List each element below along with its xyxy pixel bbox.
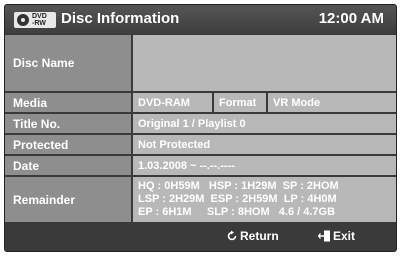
protected-value: Not Protected [133, 135, 396, 154]
row-date: Date 1.03.2008 ~ --.--.---- [5, 156, 396, 175]
return-icon [227, 230, 237, 241]
title-no-value: Original 1 / Playlist 0 [133, 114, 396, 133]
footer-bar: Return Exit [5, 222, 396, 251]
dvd-rw-icon: DVD -RW [14, 12, 56, 28]
remainder-label: Remainder [5, 177, 131, 222]
row-media: Media DVD-RAM Format VR Mode [5, 93, 396, 112]
protected-label: Protected [5, 135, 131, 154]
rw-icon-text: -RW [32, 20, 46, 27]
exit-button[interactable]: Exit [318, 229, 355, 243]
title-bar: DVD -RW Disc Information 12:00 AM [5, 5, 396, 34]
exit-label: Exit [333, 229, 356, 243]
return-label: Return [240, 229, 279, 243]
disc-information-dialog: DVD -RW Disc Information 12:00 AM Disc N… [4, 4, 397, 252]
row-remainder: Remainder HQ : 0H59M HSP : 1H29M SP : 2H… [5, 177, 396, 222]
disc-icon [17, 14, 29, 26]
remainder-line-1: HQ : 0H59M HSP : 1H29M SP : 2HOM [138, 180, 339, 192]
remainder-line-3: EP : 6H1M SLP : 8HOM 4.6 / 4.7GB [138, 206, 336, 218]
format-label: Format [214, 93, 266, 112]
exit-icon [318, 230, 330, 242]
title-no-label: Title No. [5, 114, 131, 133]
date-value: 1.03.2008 ~ --.--.---- [133, 156, 396, 175]
media-label: Media [5, 93, 131, 112]
row-disc-name: Disc Name [5, 35, 396, 91]
clock: 12:00 AM [318, 10, 384, 27]
format-value: VR Mode [268, 93, 396, 112]
date-label: Date [5, 156, 131, 175]
remainder-line-2: LSP : 2H29M ESP : 2H59M LP : 4H0M [138, 193, 337, 205]
remainder-values: HQ : 0H59M HSP : 1H29M SP : 2HOM LSP : 2… [133, 177, 396, 222]
disc-name-value [133, 35, 396, 91]
dialog-title: Disc Information [61, 10, 180, 27]
row-protected: Protected Not Protected [5, 135, 396, 154]
row-title-no: Title No. Original 1 / Playlist 0 [5, 114, 396, 133]
dvd-icon-text: DVD [32, 13, 47, 20]
media-value: DVD-RAM [133, 93, 212, 112]
disc-name-label: Disc Name [5, 35, 131, 91]
return-button[interactable]: Return [226, 229, 279, 243]
